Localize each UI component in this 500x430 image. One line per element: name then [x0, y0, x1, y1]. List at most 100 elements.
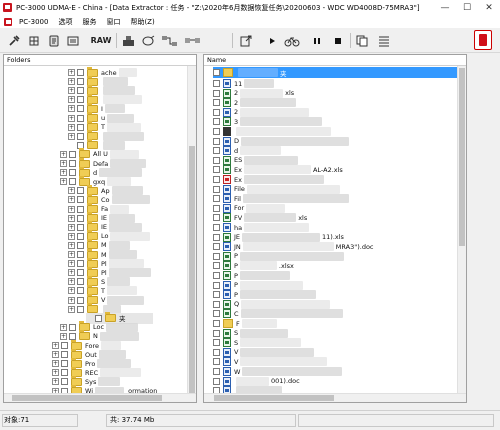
expand-toggle-icon[interactable]: + [68, 187, 75, 195]
folder-checkbox[interactable] [61, 351, 68, 359]
file-checkbox[interactable] [213, 176, 220, 183]
expand-toggle-icon[interactable]: + [68, 223, 75, 231]
raw-button[interactable]: RAW [90, 32, 112, 49]
file-checkbox[interactable] [213, 108, 220, 116]
file-checkbox[interactable] [213, 368, 220, 375]
expand-toggle-icon[interactable]: + [68, 205, 75, 213]
folder-checkbox[interactable] [61, 360, 68, 368]
tools-icon[interactable] [6, 32, 22, 49]
expand-toggle-icon[interactable]: + [68, 132, 75, 140]
folder-checkbox[interactable] [77, 123, 84, 131]
folder-checkbox[interactable] [77, 278, 84, 286]
folder-checkbox[interactable] [69, 178, 76, 186]
folder-checkbox[interactable] [77, 251, 84, 258]
folder-checkbox[interactable] [77, 287, 84, 295]
close-button[interactable]: ✕ [478, 0, 500, 15]
expand-toggle-icon[interactable]: + [68, 114, 75, 122]
expand-toggle-icon[interactable]: + [60, 150, 67, 158]
file-checkbox[interactable] [213, 89, 220, 97]
partition-icon[interactable] [26, 32, 42, 49]
expand-toggle-icon[interactable]: + [68, 296, 75, 304]
name-column-header[interactable]: Name [204, 55, 466, 66]
expand-toggle-icon[interactable]: + [68, 69, 75, 76]
folder-checkbox[interactable] [69, 150, 76, 158]
menu-window[interactable]: 窗口 [101, 17, 125, 27]
files-vscroll-thumb[interactable] [459, 68, 465, 246]
file-checkbox[interactable] [213, 195, 220, 203]
file-checkbox[interactable] [213, 69, 220, 76]
expand-toggle-icon[interactable]: + [68, 287, 75, 295]
menu-service[interactable]: 服务 [77, 17, 101, 27]
folder-checkbox[interactable] [77, 78, 84, 86]
files-vertical-scrollbar[interactable] [457, 66, 466, 393]
folders-horizontal-scrollbar[interactable] [4, 393, 196, 402]
expand-toggle-icon[interactable]: + [52, 378, 59, 386]
folders-hscroll-thumb[interactable] [12, 395, 162, 401]
folder-checkbox[interactable] [69, 169, 76, 177]
files-hscroll-thumb[interactable] [214, 395, 334, 401]
file-checkbox[interactable] [213, 320, 220, 327]
network-icon[interactable] [160, 32, 180, 49]
file-checkbox[interactable] [213, 128, 220, 135]
file-checkbox[interactable] [213, 339, 220, 347]
expand-toggle-icon[interactable]: + [52, 360, 59, 368]
file-checkbox[interactable] [213, 118, 220, 126]
folders-vertical-scrollbar[interactable] [187, 66, 196, 401]
scan-icon[interactable] [65, 32, 81, 49]
sync-icon[interactable] [183, 32, 203, 49]
folder-checkbox[interactable] [77, 87, 84, 95]
folder-checkbox[interactable] [77, 196, 84, 204]
folder-checkbox[interactable] [77, 132, 84, 140]
expand-toggle-icon[interactable]: + [68, 87, 75, 95]
file-checkbox[interactable] [213, 358, 220, 366]
file-checkbox[interactable] [213, 348, 220, 356]
folder-checkbox[interactable] [61, 369, 68, 377]
file-checkbox[interactable] [213, 310, 220, 318]
expand-toggle-icon[interactable]: + [68, 269, 75, 277]
file-checkbox[interactable] [213, 329, 220, 337]
folder-checkbox[interactable] [77, 69, 84, 76]
minimize-button[interactable]: — [434, 0, 456, 15]
maximize-button[interactable]: ☐ [456, 0, 478, 15]
file-checkbox[interactable] [213, 291, 220, 299]
expand-toggle-icon[interactable]: + [52, 351, 59, 359]
file-checkbox[interactable] [213, 137, 220, 145]
expand-toggle-icon[interactable]: + [52, 342, 59, 349]
menu-options[interactable]: 选项 [53, 17, 77, 27]
expand-toggle-icon[interactable]: + [68, 78, 75, 86]
folder-checkbox[interactable] [77, 96, 84, 104]
folder-checkbox[interactable] [77, 296, 84, 304]
file-checkbox[interactable] [213, 262, 220, 270]
app-menu-icon[interactable] [4, 17, 12, 26]
folder-checkbox[interactable] [69, 323, 76, 331]
export-icon[interactable] [238, 32, 254, 49]
expand-toggle-icon[interactable]: + [68, 241, 75, 249]
menu-help[interactable]: 帮助(Z) [125, 17, 159, 27]
list-icon[interactable] [376, 32, 392, 49]
file-checkbox[interactable] [213, 214, 220, 222]
log-icon[interactable] [354, 32, 370, 49]
expand-toggle-icon[interactable]: + [68, 278, 75, 286]
expand-toggle-icon[interactable]: + [68, 305, 75, 313]
menu-pc3000[interactable]: PC-3000 [14, 18, 53, 26]
title-bar[interactable]: PC-3000 UDMA-E - China - [Data Extractor… [0, 0, 500, 15]
expand-toggle-icon[interactable]: + [68, 123, 75, 131]
pause-icon[interactable] [309, 32, 325, 49]
file-checkbox[interactable] [213, 156, 220, 164]
folder-checkbox[interactable] [77, 241, 84, 249]
folder-checkbox[interactable] [61, 342, 68, 349]
folder-checkbox[interactable] [61, 378, 68, 386]
hdd-icon[interactable] [120, 32, 136, 49]
bike-icon[interactable] [283, 32, 301, 49]
files-horizontal-scrollbar[interactable] [204, 393, 466, 402]
folders-vscroll-thumb[interactable] [189, 146, 195, 401]
folder-checkbox[interactable] [77, 232, 84, 240]
folder-checkbox[interactable] [69, 160, 76, 167]
folder-checkbox[interactable] [77, 305, 84, 313]
file-row-selected[interactable]: 夹 [213, 67, 458, 78]
expand-toggle-icon[interactable]: + [68, 251, 75, 258]
expand-toggle-icon[interactable]: + [60, 178, 67, 186]
expand-toggle-icon[interactable]: + [60, 323, 67, 331]
folder-checkbox[interactable] [77, 114, 84, 122]
folder-checkbox[interactable] [77, 260, 84, 268]
